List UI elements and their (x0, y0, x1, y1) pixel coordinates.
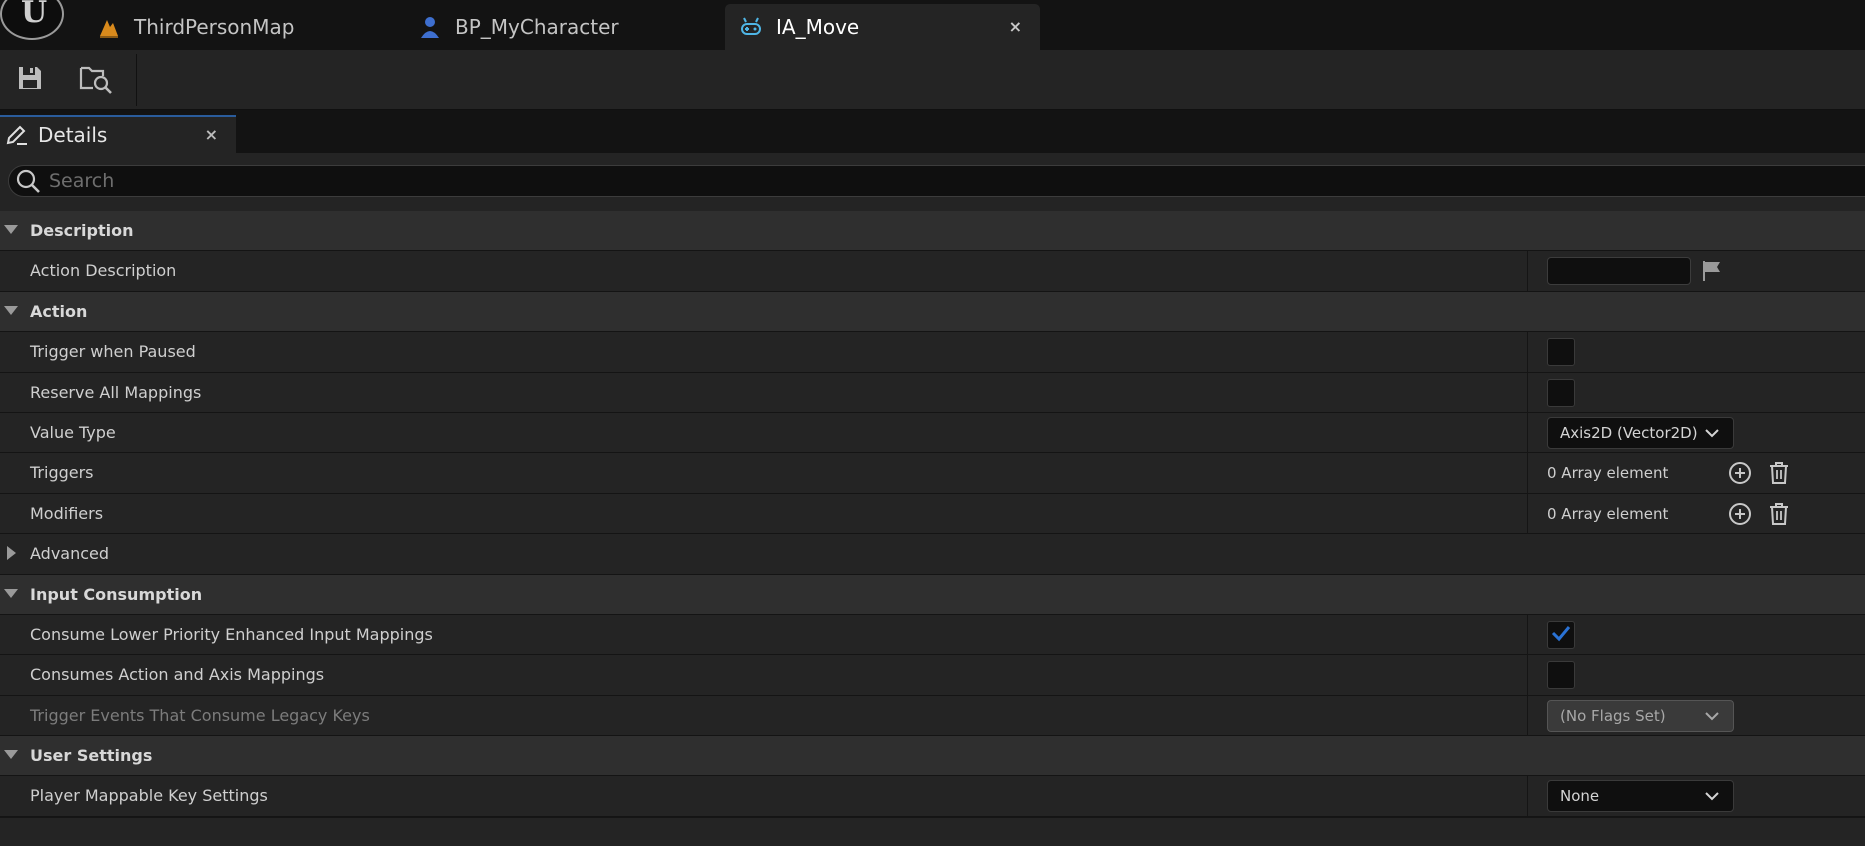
save-button[interactable] (12, 62, 48, 98)
category-description[interactable]: Description (0, 211, 1865, 252)
column-splitter[interactable] (1527, 776, 1528, 817)
category-user-settings[interactable]: User Settings (0, 736, 1865, 777)
close-tab-button[interactable]: × (1009, 17, 1022, 36)
property-row-trigger-when-paused: Trigger when Paused (0, 332, 1865, 373)
consumes-action-axis-checkbox[interactable] (1547, 661, 1575, 690)
tab-thirdpersonmap[interactable]: ThirdPersonMap (96, 4, 396, 50)
toolbar-separator (136, 54, 137, 106)
column-splitter[interactable] (1527, 493, 1528, 534)
column-splitter[interactable] (1527, 614, 1528, 655)
property-row-reserve-all-mappings: Reserve All Mappings (0, 372, 1865, 413)
expand-arrow-icon[interactable] (7, 546, 16, 561)
chevron-down-icon (1705, 427, 1719, 439)
column-splitter[interactable] (1527, 695, 1528, 736)
property-row-consume-lower-priority: Consume Lower Priority Enhanced Input Ma… (0, 614, 1865, 656)
property-row-player-mappable-key-settings: Player Mappable Key Settings None (0, 776, 1865, 817)
save-icon (16, 64, 44, 96)
column-splitter[interactable] (1527, 251, 1528, 292)
expand-arrow-icon[interactable] (4, 750, 18, 760)
property-row-modifiers: Modifiers 0 Array element (0, 493, 1865, 535)
tab-bp-mycharacter[interactable]: BP_MyCharacter (417, 4, 717, 50)
browse-asset-icon (79, 62, 113, 98)
trash-icon[interactable] (1766, 501, 1792, 527)
chevron-down-icon (1705, 710, 1719, 722)
pencil-icon (4, 122, 30, 148)
category-advanced[interactable]: Advanced (0, 534, 1865, 575)
column-splitter[interactable] (1527, 412, 1528, 453)
details-search-area (0, 153, 1865, 211)
column-splitter[interactable] (1527, 332, 1528, 373)
column-splitter[interactable] (1527, 372, 1528, 413)
asset-toolbar (0, 50, 1865, 110)
property-row-action-description: Action Description (0, 251, 1865, 292)
column-splitter[interactable] (1527, 453, 1528, 494)
checkmark-icon (1551, 624, 1571, 646)
category-action[interactable]: Action (0, 291, 1865, 333)
expand-arrow-icon[interactable] (4, 225, 18, 234)
trigger-events-dropdown: (No Flags Set) (1547, 699, 1734, 732)
tab-ia-move[interactable]: IA_Move × (725, 4, 1040, 50)
unreal-logo[interactable]: U (0, 0, 64, 40)
panel-bottom-area (0, 818, 1865, 846)
reserve-all-mappings-checkbox[interactable] (1547, 378, 1575, 407)
add-element-icon[interactable] (1727, 501, 1753, 527)
level-map-icon (96, 14, 122, 40)
trash-icon[interactable] (1766, 460, 1792, 486)
trigger-when-paused-checkbox[interactable] (1547, 338, 1575, 367)
search-input[interactable] (49, 170, 1749, 192)
expand-arrow-icon[interactable] (4, 305, 18, 315)
property-row-triggers: Triggers 0 Array element (0, 453, 1865, 494)
category-input-consumption[interactable]: Input Consumption (0, 574, 1865, 615)
expand-arrow-icon[interactable] (4, 588, 18, 598)
column-splitter[interactable] (1527, 655, 1528, 696)
value-type-dropdown[interactable]: Axis2D (Vector2D) (1547, 416, 1734, 449)
browse-to-asset-button[interactable] (78, 62, 114, 98)
property-row-value-type: Value Type Axis2D (Vector2D) (0, 412, 1865, 454)
player-mappable-key-settings-dropdown[interactable]: None (1547, 780, 1734, 813)
panel-tab-strip: Details × (0, 110, 1865, 153)
localization-flag-icon[interactable] (1701, 259, 1723, 283)
property-row-consumes-action-axis: Consumes Action and Axis Mappings (0, 655, 1865, 696)
search-icon (15, 168, 41, 194)
property-row-trigger-events-legacy: Trigger Events That Consume Legacy Keys … (0, 695, 1865, 737)
add-element-icon[interactable] (1727, 460, 1753, 486)
chevron-down-icon (1705, 790, 1719, 802)
details-property-grid: Description Action Description Action Tr… (0, 211, 1865, 817)
tab-details[interactable]: Details × (0, 115, 236, 153)
input-action-icon (738, 14, 764, 40)
action-description-input[interactable] (1547, 257, 1691, 286)
search-box (8, 165, 1865, 197)
close-details-button[interactable]: × (205, 125, 218, 144)
character-blueprint-icon (417, 14, 443, 40)
consume-lower-priority-checkbox[interactable] (1547, 620, 1575, 649)
document-tab-bar: U ThirdPersonMap BP_MyCharacter IA_Move … (0, 0, 1865, 50)
